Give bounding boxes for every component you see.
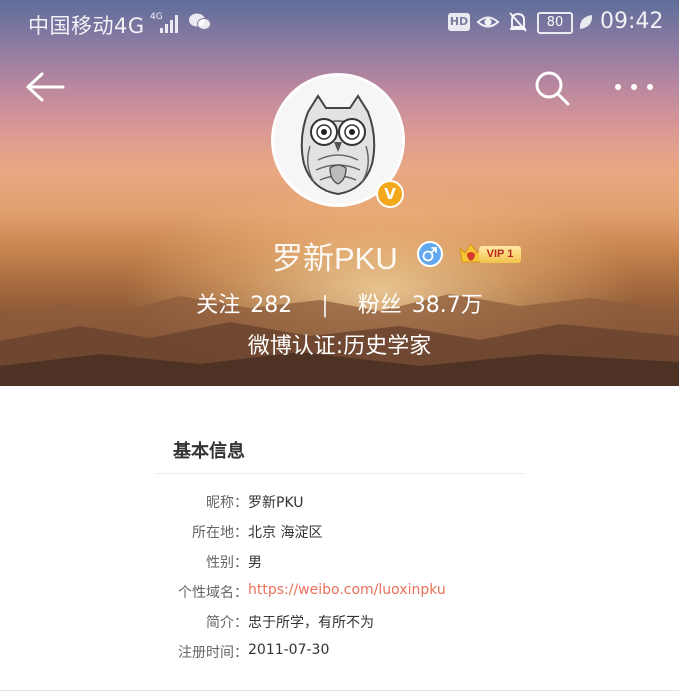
- info-row-registered: 注册时间： 2011-07-30: [155, 642, 525, 664]
- signal-icon: [160, 15, 178, 33]
- info-row-nickname: 昵称： 罗新PKU: [155, 492, 525, 514]
- male-gender-icon: [417, 241, 443, 267]
- info-label: 所在地：: [192, 525, 248, 541]
- stats-row: 关注 282 | 粉丝 38.7万: [0, 287, 679, 319]
- more-icon[interactable]: [612, 80, 656, 94]
- hd-icon: HD: [448, 13, 470, 31]
- wechat-icon: [189, 13, 211, 30]
- info-value: 2011-07-30: [248, 642, 330, 658]
- status-bar: 中国移动4G 4G HD 80 09:42: [0, 0, 679, 46]
- vip-badge[interactable]: VIP 1: [457, 240, 523, 266]
- info-row-location: 所在地： 北京 海淀区: [155, 522, 525, 544]
- personal-domain-link[interactable]: https://weibo.com/luoxinpku: [248, 582, 446, 598]
- carrier-label: 中国移动4G: [28, 14, 145, 38]
- card-divider: [155, 473, 525, 474]
- verification-text: 微博认证:历史学家: [247, 334, 432, 359]
- info-label: 个性域名：: [178, 585, 248, 601]
- followers-count: 38.7万: [411, 293, 483, 318]
- search-icon[interactable]: [532, 68, 572, 108]
- profile-header: 中国移动4G 4G HD 80 09:42 V 罗新PKU VIP 1 关注 2…: [0, 0, 679, 386]
- following-count: 282: [250, 293, 293, 318]
- info-label: 性别：: [206, 555, 248, 571]
- stats-divider: |: [321, 293, 329, 318]
- basic-info-title: 基本信息: [173, 441, 245, 462]
- eye-icon: [476, 16, 500, 28]
- nickname: 罗新PKU: [272, 241, 398, 276]
- info-label: 昵称：: [206, 495, 248, 511]
- battery-indicator: 80: [537, 12, 573, 34]
- info-row-gender: 性别： 男: [155, 552, 525, 574]
- followers-label: 粉丝: [357, 293, 402, 318]
- info-value: 男: [248, 555, 262, 571]
- info-row-domain: 个性域名： https://weibo.com/luoxinpku: [155, 582, 525, 604]
- following-stat[interactable]: 关注 282: [196, 287, 292, 319]
- verified-badge: V: [376, 180, 404, 208]
- leaf-icon: [579, 15, 593, 29]
- bottom-divider: [0, 690, 679, 691]
- info-label: 注册时间：: [178, 645, 248, 661]
- info-label: 简介：: [206, 615, 248, 631]
- info-value: 罗新PKU: [248, 495, 304, 511]
- followers-stat[interactable]: 粉丝 38.7万: [358, 287, 483, 319]
- info-value: 忠于所学，有所不为: [248, 615, 374, 631]
- info-value: 北京 海淀区: [248, 525, 323, 541]
- vip-level-label: VIP 1: [479, 246, 521, 263]
- bell-off-icon: [509, 12, 527, 32]
- back-arrow-icon[interactable]: [24, 70, 66, 104]
- info-row-bio: 简介： 忠于所学，有所不为: [155, 612, 525, 634]
- following-label: 关注: [196, 293, 241, 318]
- clock: 09:42: [600, 9, 664, 34]
